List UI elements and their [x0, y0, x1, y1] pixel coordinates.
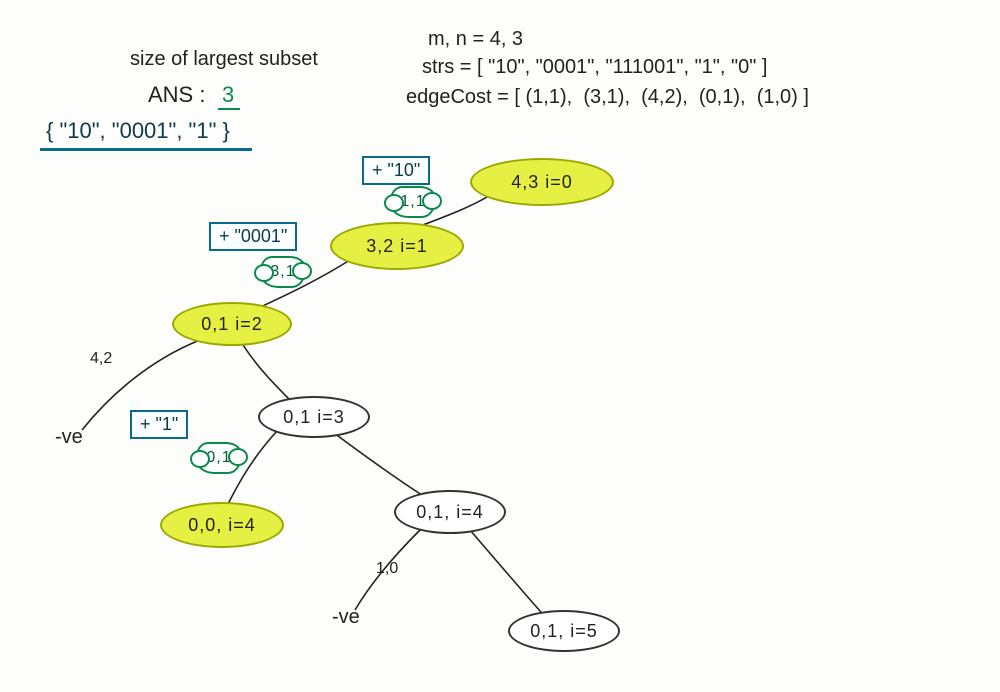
tree-node-i2: 0,1 i=2: [172, 302, 292, 346]
ans-value: 3: [222, 82, 234, 108]
tree-node-i1: 3,2 i=1: [330, 222, 464, 270]
cost-cloud-0001: 3,1: [260, 256, 306, 288]
edgecost-line: edgeCost = [ (1,1), (3,1), (4,2), (0,1),…: [406, 86, 809, 109]
edge-cost-42: 4,2: [90, 350, 112, 368]
tree-node-i4hl: 0,0, i=4: [160, 502, 284, 548]
solution-set: { "10", "0001", "1" }: [46, 118, 230, 144]
mn-line: m, n = 4, 3: [428, 28, 523, 51]
taken-label-0001: + "0001": [209, 222, 297, 251]
taken-label-10: + "10": [362, 156, 430, 185]
title-text: size of largest subset: [130, 48, 318, 71]
ans-label: ANS :: [148, 82, 205, 108]
cost-cloud-10: 1,1: [390, 186, 436, 218]
ans-underline: [218, 108, 240, 110]
tree-node-i5: 0,1, i=5: [508, 610, 620, 652]
tree-node-i4: 0,1, i=4: [394, 490, 506, 534]
edge-cost-10: 1,0: [376, 560, 398, 578]
neg-result-2: -ve: [332, 606, 360, 629]
strs-line: strs = [ "10", "0001", "111001", "1", "0…: [422, 56, 767, 79]
neg-result-1: -ve: [55, 426, 83, 449]
tree-node-root: 4,3 i=0: [470, 158, 614, 206]
diagram-stage: size of largest subset ANS : 3 { "10", "…: [0, 0, 1000, 692]
taken-label-1: + "1": [130, 410, 188, 439]
solution-underline: [40, 148, 252, 151]
cost-cloud-1: 0,1: [196, 442, 242, 474]
tree-node-i3: 0,1 i=3: [258, 396, 370, 438]
